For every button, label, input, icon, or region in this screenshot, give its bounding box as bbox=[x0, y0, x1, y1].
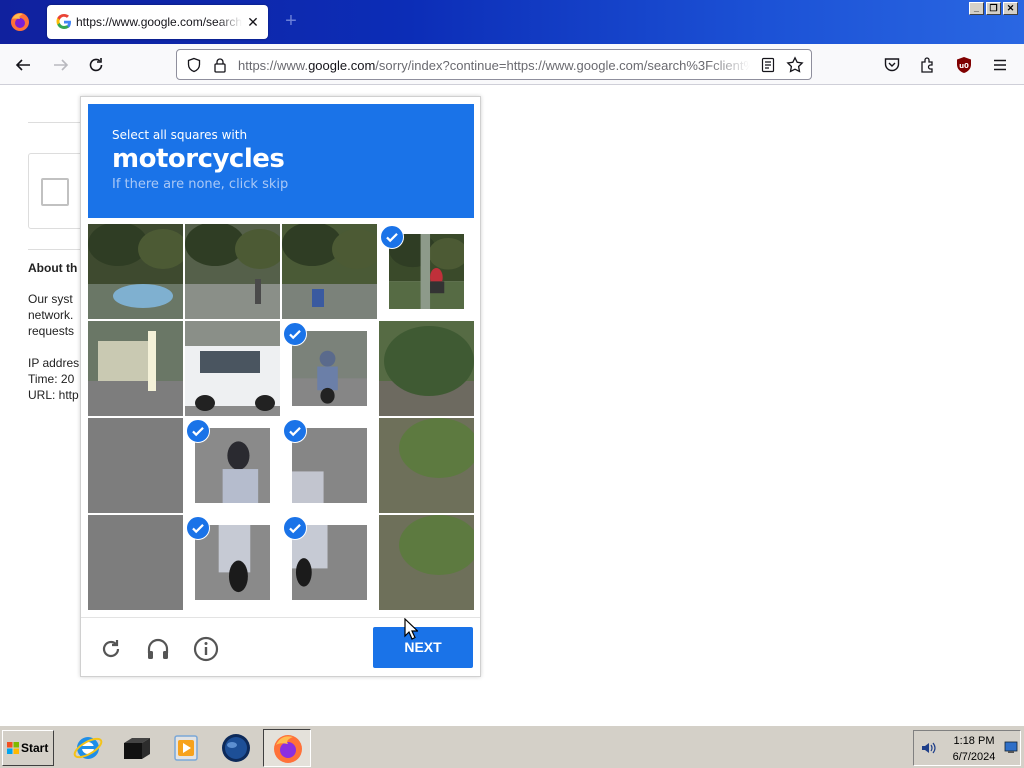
about-heading: About th bbox=[28, 261, 78, 275]
selected-check-icon bbox=[186, 419, 210, 443]
body-text-line: Our syst bbox=[28, 292, 73, 306]
selected-check-icon bbox=[380, 225, 404, 249]
challenge-tile[interactable] bbox=[379, 515, 474, 610]
start-label: Start bbox=[21, 741, 49, 755]
forward-arrow-icon[interactable] bbox=[50, 54, 72, 76]
internet-explorer-icon[interactable] bbox=[71, 731, 105, 765]
minimize-button[interactable]: _ bbox=[969, 2, 984, 15]
extensions-icon[interactable] bbox=[917, 54, 939, 76]
close-window-button[interactable]: ✕ bbox=[1003, 2, 1018, 15]
challenge-header: Select all squares with motorcycles If t… bbox=[88, 104, 474, 218]
recaptcha-challenge: Select all squares with motorcycles If t… bbox=[80, 96, 481, 677]
challenge-image-grid bbox=[88, 224, 474, 610]
windows-flag-icon bbox=[7, 742, 19, 754]
time-line: Time: 20 bbox=[28, 372, 75, 386]
google-favicon-icon bbox=[56, 14, 71, 29]
divider bbox=[28, 122, 88, 123]
tile-image bbox=[379, 515, 474, 610]
restore-button[interactable]: ❐ bbox=[986, 2, 1001, 15]
footer-divider bbox=[81, 617, 480, 618]
challenge-tile[interactable] bbox=[379, 418, 474, 513]
recaptcha-anchor-box bbox=[28, 153, 88, 229]
challenge-tile[interactable] bbox=[185, 418, 280, 513]
firefox-taskbar-button[interactable] bbox=[263, 729, 311, 767]
challenge-instruction: Select all squares with bbox=[112, 128, 248, 142]
challenge-tile[interactable] bbox=[282, 224, 377, 319]
taskbar: Start 1:18 PM 6/7/2024 bbox=[0, 724, 1024, 768]
url-bar[interactable]: https://www.google.com/sorry/index?conti… bbox=[176, 49, 812, 80]
challenge-tile[interactable] bbox=[185, 224, 280, 319]
challenge-tile[interactable] bbox=[282, 418, 377, 513]
selected-check-icon bbox=[283, 322, 307, 346]
challenge-tile[interactable] bbox=[185, 321, 280, 416]
next-button[interactable]: NEXT bbox=[373, 627, 473, 668]
back-arrow-icon[interactable] bbox=[12, 54, 34, 76]
selected-check-icon bbox=[186, 516, 210, 540]
pocket-icon[interactable] bbox=[881, 54, 903, 76]
clock-date[interactable]: 6/7/2024 bbox=[946, 751, 1002, 763]
tile-image bbox=[379, 321, 474, 416]
url-text: https://www.google.com/sorry/index?conti… bbox=[238, 58, 750, 73]
url-line: URL: http bbox=[28, 388, 79, 402]
selected-check-icon bbox=[283, 516, 307, 540]
challenge-tile[interactable] bbox=[282, 321, 377, 416]
browser-titlebar: https://www.google.com/search?q ✕ + _ ❐ … bbox=[0, 0, 1024, 44]
tile-image bbox=[185, 224, 280, 319]
tile-image bbox=[88, 515, 183, 610]
command-prompt-icon[interactable] bbox=[120, 731, 154, 765]
tab-close-icon[interactable]: ✕ bbox=[244, 13, 262, 31]
challenge-tile[interactable] bbox=[185, 515, 280, 610]
challenge-tile[interactable] bbox=[282, 515, 377, 610]
volume-icon[interactable] bbox=[920, 739, 938, 757]
window-controls: _ ❐ ✕ bbox=[969, 2, 1018, 15]
media-player-icon[interactable] bbox=[169, 731, 203, 765]
start-button[interactable]: Start bbox=[2, 730, 54, 766]
network-globe-icon[interactable] bbox=[219, 731, 253, 765]
selected-check-icon bbox=[283, 419, 307, 443]
reload-icon[interactable] bbox=[85, 54, 107, 76]
challenge-tile[interactable] bbox=[88, 224, 183, 319]
tile-image bbox=[379, 418, 474, 513]
body-text-line: network. bbox=[28, 308, 74, 322]
lock-icon[interactable] bbox=[212, 57, 228, 73]
challenge-tile[interactable] bbox=[379, 224, 474, 319]
divider bbox=[28, 249, 88, 250]
bookmark-star-icon[interactable] bbox=[786, 56, 804, 74]
challenge-tile[interactable] bbox=[88, 418, 183, 513]
clock-time[interactable]: 1:18 PM bbox=[946, 735, 1002, 747]
firefox-icon bbox=[274, 735, 302, 763]
reader-view-icon[interactable] bbox=[760, 57, 776, 73]
system-tray: 1:18 PM 6/7/2024 bbox=[913, 730, 1021, 766]
mouse-cursor-icon bbox=[404, 618, 418, 640]
challenge-tile[interactable] bbox=[88, 515, 183, 610]
tile-image bbox=[88, 418, 183, 513]
firefox-menu-icon[interactable] bbox=[8, 10, 32, 34]
tracking-shield-icon[interactable] bbox=[186, 57, 202, 73]
audio-challenge-icon[interactable] bbox=[144, 635, 172, 663]
ip-address-line: IP addres bbox=[28, 356, 80, 370]
challenge-hint: If there are none, click skip bbox=[112, 177, 289, 192]
help-info-icon[interactable] bbox=[192, 635, 220, 663]
browser-tab[interactable]: https://www.google.com/search?q ✕ bbox=[47, 5, 268, 39]
recaptcha-checkbox[interactable] bbox=[41, 178, 69, 206]
challenge-tile[interactable] bbox=[379, 321, 474, 416]
hamburger-menu-icon[interactable] bbox=[989, 54, 1011, 76]
challenge-object: motorcycles bbox=[112, 144, 285, 174]
body-text-line: requests bbox=[28, 324, 75, 338]
challenge-tile[interactable] bbox=[88, 321, 183, 416]
tile-image bbox=[185, 321, 280, 416]
navigation-toolbar: https://www.google.com/sorry/index?conti… bbox=[0, 44, 1024, 85]
svg-text:u0: u0 bbox=[959, 62, 969, 70]
tile-image bbox=[282, 224, 377, 319]
new-tab-icon[interactable]: + bbox=[280, 10, 302, 32]
reload-challenge-icon[interactable] bbox=[97, 635, 125, 663]
tile-image bbox=[88, 224, 183, 319]
tile-image bbox=[88, 321, 183, 416]
tab-title: https://www.google.com/search?q bbox=[76, 15, 242, 29]
show-desktop-icon[interactable] bbox=[1004, 740, 1018, 754]
ublock-origin-icon[interactable]: u0 bbox=[953, 54, 975, 76]
